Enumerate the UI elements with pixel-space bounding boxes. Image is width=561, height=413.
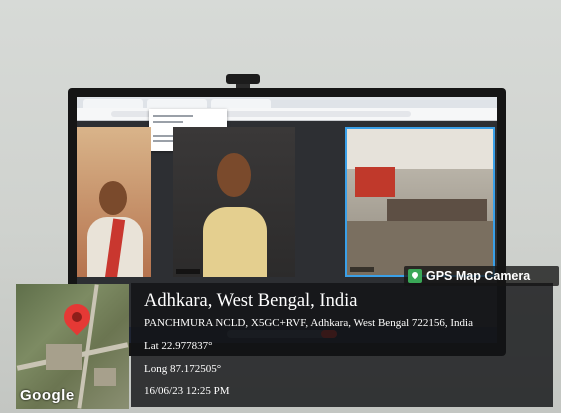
participant-name-tag — [176, 269, 200, 274]
popup-line — [153, 115, 193, 117]
participant-body — [203, 207, 267, 277]
browser-tab-bar — [77, 97, 497, 108]
webcam — [226, 74, 260, 84]
participant-head — [217, 153, 251, 197]
participant-tile[interactable] — [173, 127, 295, 277]
map-building — [94, 368, 116, 386]
full-address: PANCHMURA NCLD, X5GC+RVF, Adhkara, West … — [144, 317, 473, 329]
browser-tab[interactable] — [211, 99, 271, 108]
gps-badge: GPS Map Camera — [404, 266, 559, 286]
map-pin-icon — [408, 269, 422, 283]
gps-badge-title: GPS Map Camera — [426, 269, 531, 283]
latitude: Lat 22.977837° — [144, 340, 213, 352]
participant-head — [99, 181, 127, 215]
timestamp: 16/06/23 12:25 PM — [144, 385, 230, 397]
longitude: Long 87.172505° — [144, 363, 222, 375]
popup-line — [153, 121, 183, 123]
participant-name-tag — [350, 267, 374, 272]
browser-tab[interactable] — [147, 99, 207, 108]
hall-ceiling — [347, 129, 493, 169]
participant-tile-active[interactable] — [345, 127, 495, 277]
hall-banner — [355, 167, 395, 197]
browser-tab[interactable] — [83, 99, 143, 108]
map-building — [46, 344, 82, 370]
location-title: Adhkara, West Bengal, India — [144, 291, 358, 311]
map-attribution: Google — [20, 387, 75, 404]
participant-tile[interactable] — [77, 127, 151, 277]
